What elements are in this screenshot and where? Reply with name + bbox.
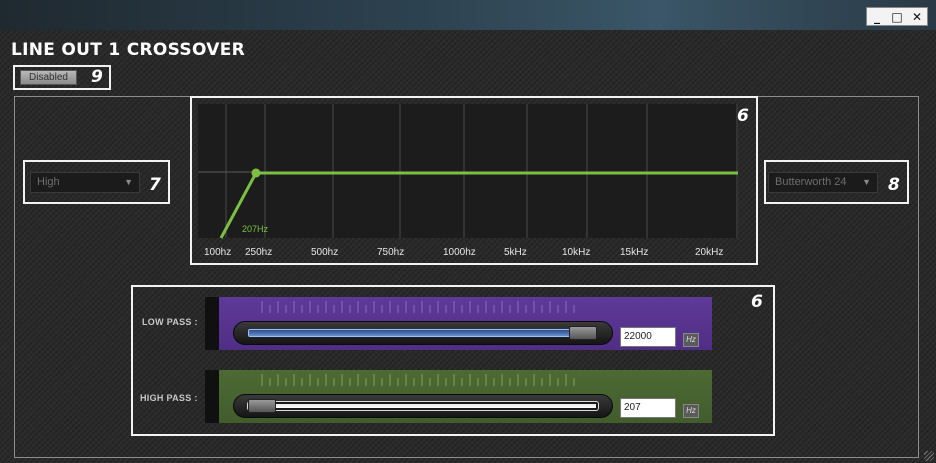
- maximize-button[interactable]: □: [888, 10, 906, 24]
- graph-x-tick-labels: 100hz 250hz 500hz 750hz 1000hz 5kHz 10kHz 15kHz…: [204, 247, 723, 258]
- cutoff-frequency-label: 207Hz: [242, 224, 269, 234]
- low-pass-slider-track[interactable]: [233, 321, 613, 345]
- page-title: LINE OUT 1 CROSSOVER: [11, 40, 246, 60]
- low-pass-label: LOW PASS :: [142, 317, 198, 327]
- x-tick-label: 1000hz: [443, 247, 476, 258]
- close-button[interactable]: ✕: [908, 10, 926, 24]
- callout-number-toggle: 9: [91, 67, 103, 87]
- high-pass-label: HIGH PASS :: [140, 393, 198, 403]
- graph-plot-area: [198, 104, 738, 238]
- enable-toggle-button[interactable]: Disabled: [20, 70, 77, 85]
- slope-value: Butterworth 24: [775, 176, 847, 188]
- low-pass-strip: 22000 Hz: [205, 297, 712, 350]
- high-pass-slider-thumb[interactable]: [248, 399, 276, 413]
- slope-select[interactable]: Butterworth 24 ▼: [768, 172, 878, 193]
- filter-type-select[interactable]: High ▼: [30, 172, 140, 193]
- high-pass-unit: Hz: [683, 404, 699, 418]
- x-tick-label: 100hz: [204, 247, 231, 258]
- callout-number-sliders: 6: [751, 292, 763, 312]
- x-tick-label: 20kHz: [695, 247, 723, 258]
- low-pass-tick-scale: [261, 301, 575, 313]
- low-pass-slider-thumb[interactable]: [569, 326, 597, 340]
- low-pass-unit: Hz: [683, 333, 699, 347]
- x-tick-label: 250hz: [245, 247, 272, 258]
- x-tick-label: 15kHz: [620, 247, 648, 258]
- chevron-down-icon: ▼: [862, 177, 871, 187]
- resize-grip-icon[interactable]: [924, 451, 934, 461]
- frequency-response-graph: 100hz 250hz 500hz 750hz 1000hz 5kHz 10kHz 15kHz…: [190, 96, 758, 265]
- cutoff-point: [251, 168, 261, 178]
- callout-number-graph: 6: [737, 106, 749, 126]
- high-pass-slider-track[interactable]: [233, 394, 613, 418]
- graph-canvas: 100hz 250hz 500hz 750hz 1000hz 5kHz 10kHz 15kHz…: [190, 96, 758, 265]
- callout-number-slope-select: 8: [888, 175, 900, 195]
- high-pass-slider-fill: [247, 401, 599, 411]
- high-pass-frequency-input[interactable]: 207: [620, 398, 676, 418]
- low-pass-slider-fill: [248, 329, 578, 337]
- callout-number-filter-select: 7: [149, 175, 161, 195]
- x-tick-label: 10kHz: [562, 247, 590, 258]
- window-controls: _ □ ✕: [866, 7, 928, 26]
- x-tick-label: 750hz: [377, 247, 404, 258]
- x-tick-label: 5kHz: [504, 247, 527, 258]
- x-tick-label: 500hz: [311, 247, 338, 258]
- title-bar: [0, 0, 936, 30]
- high-pass-strip: 207 Hz: [205, 370, 712, 423]
- high-pass-tick-scale: [261, 374, 575, 386]
- minimize-button[interactable]: _: [868, 10, 886, 24]
- low-pass-frequency-input[interactable]: 22000: [620, 327, 676, 347]
- filter-type-value: High: [37, 176, 60, 188]
- chevron-down-icon: ▼: [124, 177, 133, 187]
